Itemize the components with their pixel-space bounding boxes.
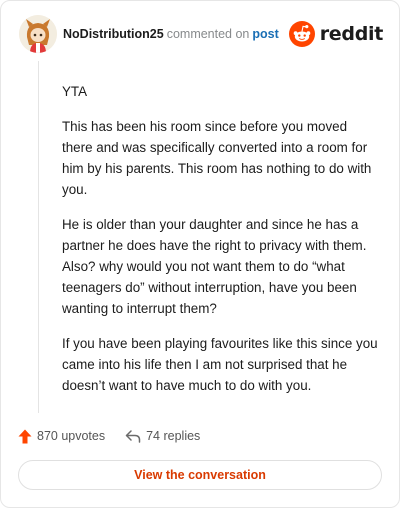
comment-embed-card: NoDistribution25 commented on post reddit … bbox=[0, 0, 400, 508]
thread-line bbox=[38, 61, 39, 413]
reddit-logo-icon bbox=[288, 21, 315, 47]
username[interactable]: NoDistribution25 bbox=[63, 27, 164, 41]
comment-paragraph: He is older than your daughter and since… bbox=[62, 217, 367, 316]
reddit-brand[interactable]: reddit bbox=[288, 20, 384, 48]
reply-arrow-icon bbox=[125, 429, 141, 443]
action-text: commented on bbox=[166, 27, 250, 41]
comment-body: YTA This has been his room since before … bbox=[62, 81, 380, 410]
comment-meta: NoDistribution25 commented on post bbox=[63, 27, 279, 41]
upvote-button[interactable]: 870 upvotes bbox=[18, 429, 105, 444]
upvote-arrow-icon bbox=[18, 429, 32, 443]
comment-header: NoDistribution25 commented on post reddit bbox=[19, 15, 385, 55]
post-link[interactable]: post bbox=[252, 27, 278, 41]
reddit-wordmark: reddit bbox=[319, 23, 384, 45]
replies-button[interactable]: 74 replies bbox=[125, 429, 200, 443]
avatar-image bbox=[19, 15, 57, 53]
reply-count: 74 replies bbox=[146, 429, 201, 443]
avatar[interactable] bbox=[19, 15, 57, 53]
comment-actions: 870 upvotes 74 replies bbox=[18, 425, 200, 447]
view-conversation-button[interactable]: View the conversation bbox=[18, 460, 382, 490]
upvote-count: 870 upvotes bbox=[37, 429, 106, 443]
comment-paragraph: YTA bbox=[62, 84, 88, 99]
comment-paragraph: This has been his room since before you … bbox=[62, 119, 372, 197]
comment-paragraph: If you have been playing favourites like… bbox=[62, 336, 378, 393]
